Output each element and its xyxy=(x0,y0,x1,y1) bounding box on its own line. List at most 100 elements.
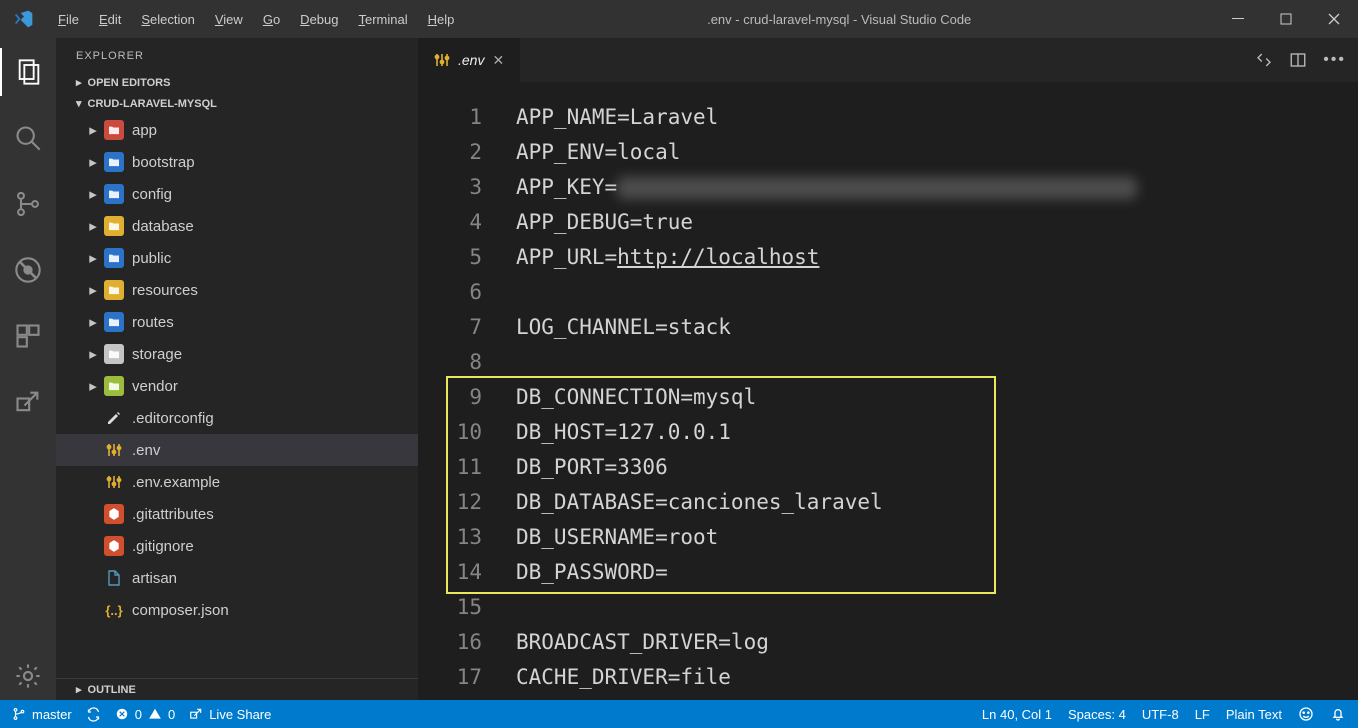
chevron-right-icon: ▸ xyxy=(86,249,100,267)
chevron-down-icon: ▾ xyxy=(76,97,82,110)
tree-item-editorconfig[interactable]: .editorconfig xyxy=(56,402,418,434)
tree-item-resources[interactable]: ▸resources xyxy=(56,274,418,306)
code-line-4[interactable]: APP_DEBUG=true xyxy=(516,205,1358,240)
menu-file[interactable]: File xyxy=(48,12,89,27)
code-line-12[interactable]: DB_DATABASE=canciones_laravel xyxy=(516,485,1358,520)
close-button[interactable] xyxy=(1310,0,1358,38)
tree-item-gitignore[interactable]: .gitignore xyxy=(56,530,418,562)
activity-debug[interactable] xyxy=(0,246,56,294)
file-icon xyxy=(104,536,124,556)
tab-label: .env xyxy=(458,52,484,68)
tree-item-label: public xyxy=(128,250,171,267)
file-icon: {..} xyxy=(104,600,124,620)
tree-item-label: routes xyxy=(128,314,174,331)
chevron-right-icon: ▸ xyxy=(76,76,82,89)
menu-edit[interactable]: Edit xyxy=(89,12,131,27)
tree-item-storage[interactable]: ▸ storage xyxy=(56,338,418,370)
status-eol[interactable]: LF xyxy=(1195,707,1210,722)
tree-item-label: .gitattributes xyxy=(128,506,214,523)
folder-icon xyxy=(104,248,124,268)
tree-item-database[interactable]: ▸database xyxy=(56,210,418,242)
code-line-10[interactable]: DB_HOST=127.0.0.1 xyxy=(516,415,1358,450)
maximize-button[interactable] xyxy=(1262,0,1310,38)
section-workspace[interactable]: ▾ CRUD-LARAVEL-MYSQL xyxy=(56,93,418,114)
code-line-1[interactable]: APP_NAME=Laravel xyxy=(516,100,1358,135)
activity-explorer[interactable] xyxy=(0,48,56,96)
activity-search[interactable] xyxy=(0,114,56,162)
code-line-2[interactable]: APP_ENV=local xyxy=(516,135,1358,170)
code-line-5[interactable]: APP_URL=http://localhost xyxy=(516,240,1358,275)
folder-icon xyxy=(104,152,124,172)
section-outline[interactable]: ▸ OUTLINE xyxy=(56,678,418,700)
tree-item-app[interactable]: ▸app xyxy=(56,114,418,146)
folder-icon xyxy=(104,120,124,140)
code-line-18[interactable]: QUEUE_CONNECTION=sync xyxy=(516,695,1358,700)
tree-item-artisan[interactable]: artisan xyxy=(56,562,418,594)
window-title: .env - crud-laravel-mysql - Visual Studi… xyxy=(464,12,1214,27)
status-feedback-icon[interactable] xyxy=(1298,706,1314,722)
tree-item-public[interactable]: ▸ public xyxy=(56,242,418,274)
code-line-11[interactable]: DB_PORT=3306 xyxy=(516,450,1358,485)
code-line-9[interactable]: DB_CONNECTION=mysql xyxy=(516,380,1358,415)
status-spaces[interactable]: Spaces: 4 xyxy=(1068,707,1126,722)
minimize-button[interactable] xyxy=(1214,0,1262,38)
tree-item-config[interactable]: ▸config xyxy=(56,178,418,210)
code-line-13[interactable]: DB_USERNAME=root xyxy=(516,520,1358,555)
tree-item-composerjson[interactable]: {..}composer.json xyxy=(56,594,418,626)
code-line-16[interactable]: BROADCAST_DRIVER=log xyxy=(516,625,1358,660)
explorer-title: EXPLORER xyxy=(56,38,418,72)
chevron-right-icon: ▸ xyxy=(86,217,100,235)
tree-item-label: app xyxy=(128,122,157,139)
status-language[interactable]: Plain Text xyxy=(1226,707,1282,722)
menu-view[interactable]: View xyxy=(205,12,253,27)
tree-item-env[interactable]: .env xyxy=(56,434,418,466)
code-line-7[interactable]: LOG_CHANNEL=stack xyxy=(516,310,1358,345)
tree-item-routes[interactable]: ▸ routes xyxy=(56,306,418,338)
status-branch[interactable]: master xyxy=(12,707,72,722)
menu-selection[interactable]: Selection xyxy=(131,12,204,27)
activity-settings[interactable] xyxy=(0,652,56,700)
tree-item-gitattributes[interactable]: .gitattributes xyxy=(56,498,418,530)
status-encoding[interactable]: UTF-8 xyxy=(1142,707,1179,722)
chevron-right-icon: ▸ xyxy=(86,313,100,331)
menu-terminal[interactable]: Terminal xyxy=(348,12,417,27)
section-open-editors[interactable]: ▸ OPEN EDITORS xyxy=(56,72,418,93)
file-icon xyxy=(104,504,124,524)
tree-item-label: storage xyxy=(128,346,182,363)
tree-item-vendor[interactable]: ▸vendor xyxy=(56,370,418,402)
activity-source-control[interactable] xyxy=(0,180,56,228)
file-icon xyxy=(104,408,124,428)
chevron-right-icon: ▸ xyxy=(86,345,100,363)
status-position[interactable]: Ln 40, Col 1 xyxy=(982,707,1052,722)
activity-liveshare[interactable] xyxy=(0,378,56,426)
vscode-logo xyxy=(0,9,48,29)
status-liveshare[interactable]: Live Share xyxy=(189,707,271,722)
split-editor-icon[interactable] xyxy=(1289,51,1307,69)
code-line-15[interactable] xyxy=(516,590,1358,625)
tree-item-label: artisan xyxy=(128,570,177,587)
tree-item-label: resources xyxy=(128,282,198,299)
tree-item-envexample[interactable]: .env.example xyxy=(56,466,418,498)
status-bell-icon[interactable] xyxy=(1330,706,1346,722)
tab-env[interactable]: .env ✕ xyxy=(418,38,520,82)
tree-item-label: .gitignore xyxy=(128,538,194,555)
status-problems[interactable]: 0 0 xyxy=(115,707,175,722)
folder-icon xyxy=(104,376,124,396)
menu-help[interactable]: Help xyxy=(418,12,465,27)
menu-debug[interactable]: Debug xyxy=(290,12,348,27)
tree-item-bootstrap[interactable]: ▸bootstrap xyxy=(56,146,418,178)
tab-close-icon[interactable]: ✕ xyxy=(492,52,504,69)
menu-go[interactable]: Go xyxy=(253,12,290,27)
code-line-14[interactable]: DB_PASSWORD= xyxy=(516,555,1358,590)
activity-extensions[interactable] xyxy=(0,312,56,360)
code-line-3[interactable]: APP_KEY= xyxy=(516,170,1358,205)
status-sync[interactable] xyxy=(86,707,101,722)
file-icon xyxy=(104,568,124,588)
more-icon[interactable]: ••• xyxy=(1323,51,1346,69)
url-link[interactable]: http://localhost xyxy=(617,245,819,269)
code-line-6[interactable] xyxy=(516,275,1358,310)
compare-icon[interactable] xyxy=(1255,51,1273,69)
tree-item-label: bootstrap xyxy=(128,154,195,171)
code-line-8[interactable] xyxy=(516,345,1358,380)
code-line-17[interactable]: CACHE_DRIVER=file xyxy=(516,660,1358,695)
